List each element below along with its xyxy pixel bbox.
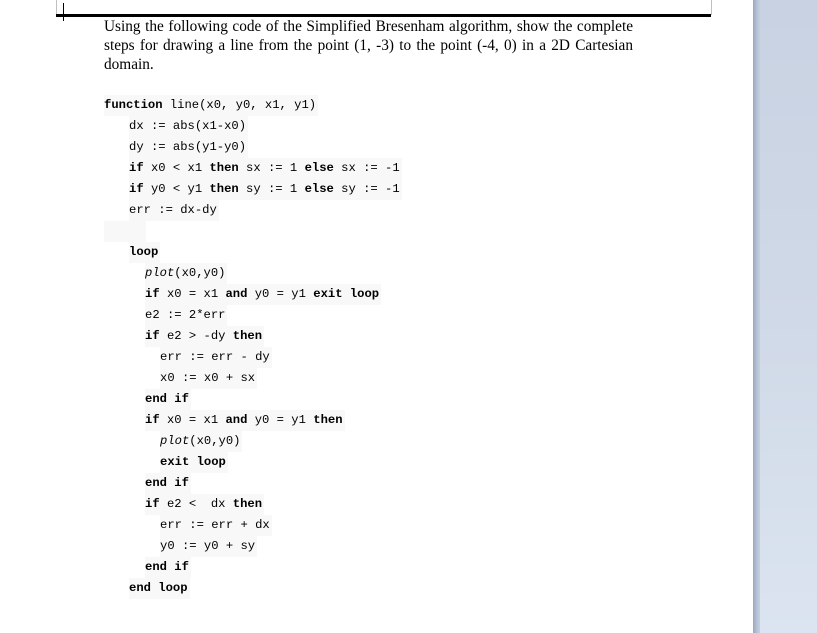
code-line: if e2 > -dy then	[145, 326, 265, 347]
code-text: err := err + dx	[160, 518, 270, 532]
text-cursor-marker	[63, 3, 64, 21]
code-text: e2 := 2*err	[145, 308, 226, 322]
code-text: sy := 1	[238, 182, 305, 196]
code-keyword: function	[104, 98, 163, 112]
code-keyword: then	[232, 329, 263, 343]
code-text: line(x0, y0, x1, y1)	[162, 98, 317, 112]
code-line: if e2 < dx then	[145, 494, 265, 515]
code-keyword: and	[225, 413, 248, 427]
code-keyword: end if	[145, 476, 189, 490]
code-line: end loop	[129, 578, 190, 599]
code-line: err := err + dx	[160, 515, 272, 536]
code-keyword: if	[145, 497, 160, 511]
code-line: loop	[129, 242, 161, 263]
code-keyword: if	[145, 413, 160, 427]
code-text: sx := 1	[238, 161, 305, 175]
code-line: if x0 = x1 and y0 = y1 exit loop	[145, 284, 382, 305]
code-text: y0 < y1	[143, 182, 210, 196]
margin-corner-left	[56, 0, 57, 15]
code-text: sy := -1	[333, 182, 400, 196]
code-keyword: else	[304, 182, 334, 196]
code-function-call: plot	[160, 434, 190, 448]
code-keyword: if	[145, 329, 160, 343]
code-text: sx := -1	[333, 161, 400, 175]
question-text: Using the following code of the Simplifi…	[104, 18, 633, 73]
code-line: plot(x0,y0)	[160, 431, 243, 452]
code-line: plot(x0,y0)	[145, 263, 228, 284]
code-text: x0 = x1	[159, 287, 226, 301]
code-text: y0 = y1	[247, 287, 314, 301]
code-line: dx := abs(x1-x0)	[129, 116, 249, 137]
code-keyword: and	[225, 287, 248, 301]
code-keyword: if	[129, 161, 144, 175]
code-line: end if	[145, 557, 191, 578]
code-text: e2 < dx	[159, 497, 233, 511]
code-line: y0 := y0 + sy	[160, 536, 258, 557]
code-text: y0 := y0 + sy	[160, 539, 256, 553]
workspace-background	[753, 0, 817, 633]
code-text: x0 := x0 + sx	[160, 371, 256, 385]
code-line	[104, 221, 146, 242]
code-text: err := err - dy	[160, 350, 270, 364]
code-keyword: if	[129, 182, 144, 196]
code-line: err := err - dy	[160, 347, 272, 368]
code-keyword: loop	[129, 245, 159, 259]
code-line: err := dx-dy	[129, 200, 219, 221]
code-keyword: end loop	[129, 581, 188, 595]
code-line: dy := abs(y1-y0)	[129, 137, 249, 158]
code-keyword: exit loop	[313, 287, 380, 301]
code-line: x0 := x0 + sx	[160, 368, 258, 389]
code-text: x0 < x1	[143, 161, 210, 175]
code-keyword: else	[304, 161, 334, 175]
code-line: if x0 = x1 and y0 = y1 then	[145, 410, 345, 431]
code-text: dy := abs(y1-y0)	[129, 140, 247, 154]
code-keyword: end if	[145, 560, 189, 574]
code-text: e2 > -dy	[159, 329, 233, 343]
margin-corner-right	[711, 0, 712, 15]
question-paragraph: Using the following code of the Simplifi…	[104, 17, 633, 74]
code-line: e2 := 2*err	[145, 305, 228, 326]
code-line: end if	[145, 389, 191, 410]
code-keyword: then	[209, 161, 239, 175]
code-line: exit loop	[160, 452, 228, 473]
code-text: y0 = y1	[247, 413, 314, 427]
code-keyword: exit loop	[160, 455, 226, 469]
code-text: (x0,y0)	[189, 434, 241, 448]
code-line: function line(x0, y0, x1, y1)	[104, 95, 319, 116]
code-text: err := dx-dy	[129, 203, 217, 217]
code-keyword: if	[145, 287, 160, 301]
document-page: Using the following code of the Simplifi…	[0, 0, 753, 633]
code-keyword: then	[232, 497, 263, 511]
code-line: if x0 < x1 then sx := 1 else sx := -1	[129, 158, 402, 179]
code-function-call: plot	[145, 266, 175, 280]
code-keyword: then	[209, 182, 239, 196]
code-keyword: end if	[145, 392, 189, 406]
code-line: if y0 < y1 then sy := 1 else sy := -1	[129, 179, 402, 200]
code-text: dx := abs(x1-x0)	[129, 119, 247, 133]
code-line: end if	[145, 473, 191, 494]
code-text: x0 = x1	[159, 413, 226, 427]
code-text: (x0,y0)	[174, 266, 226, 280]
code-keyword: then	[313, 413, 343, 427]
